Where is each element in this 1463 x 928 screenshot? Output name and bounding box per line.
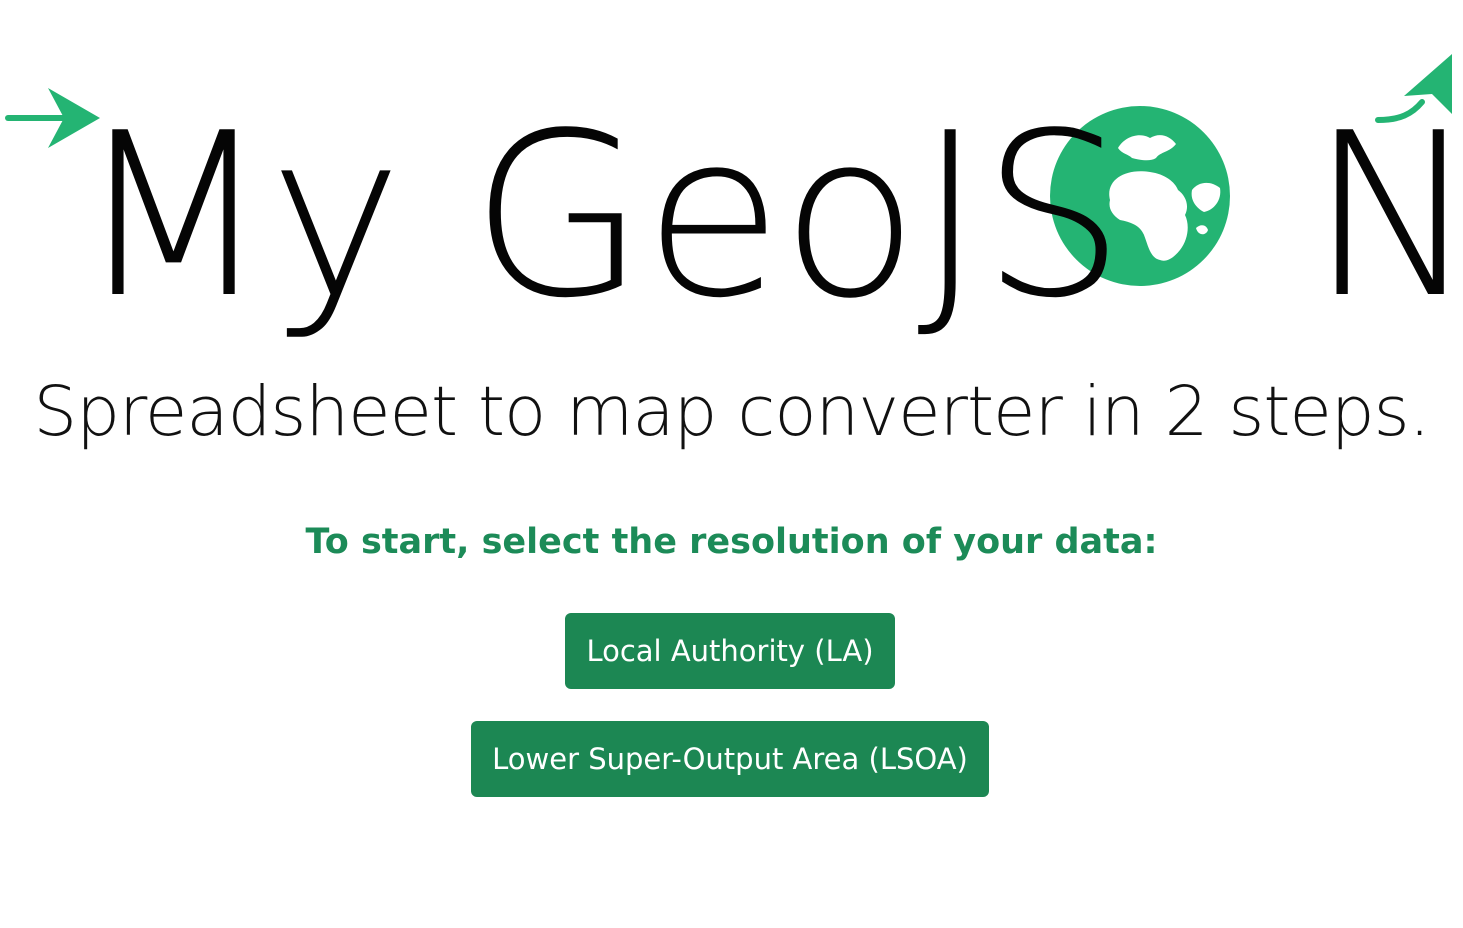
logo-text-before: My GeoJS <box>76 85 1125 348</box>
logo-title: My GeoJS N <box>76 104 1463 330</box>
local-authority-button[interactable]: Local Authority (LA) <box>565 613 895 689</box>
logo-text-after: N <box>1309 85 1463 348</box>
resolution-prompt: To start, select the resolution of your … <box>305 522 1158 562</box>
tagline: Spreadsheet to map converter in 2 steps. <box>33 372 1430 452</box>
lsoa-button[interactable]: Lower Super-Output Area (LSOA) <box>471 721 989 797</box>
logo: My GeoJS N <box>0 40 1463 340</box>
